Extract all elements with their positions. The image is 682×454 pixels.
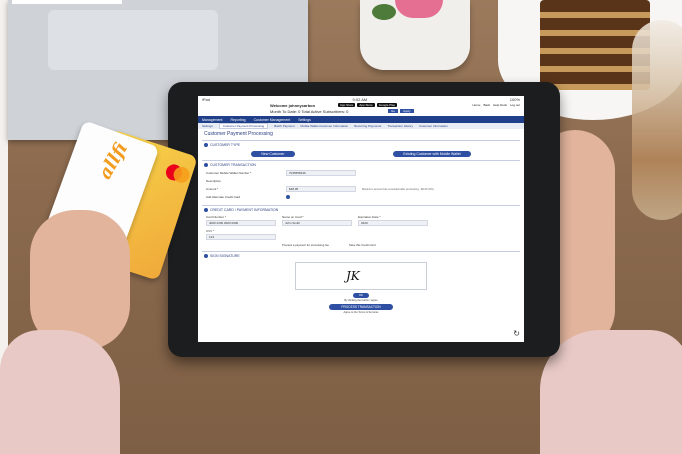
photo-scene: iPad 9:02 AM 100% Welcome johnnycarbon M… xyxy=(0,0,682,454)
process-transaction-button[interactable]: PROCESS TRANSACTION xyxy=(329,304,393,310)
status-left: iPad xyxy=(202,96,211,102)
name-on-card-field[interactable]: John Smith xyxy=(282,220,352,226)
white-strip xyxy=(12,0,122,4)
section-heading: CUSTOMER TYPE xyxy=(202,143,520,147)
existing-customer-button[interactable]: Existing Customer with Mobile Wallet xyxy=(393,151,471,157)
fee-checkbox[interactable]: Process a payment for processing fee xyxy=(282,243,329,247)
ok-button[interactable]: OK xyxy=(353,293,369,298)
subtab[interactable]: Batch Payment xyxy=(274,124,294,128)
subtab[interactable]: Mobile Wallet Customer Information xyxy=(301,124,349,128)
field-label: Card Number * xyxy=(206,215,227,219)
go-button[interactable]: Go xyxy=(388,109,399,113)
section-heading: CREDIT CARD / PAYMENT INFORMATION xyxy=(202,208,520,212)
nav-item[interactable]: Management xyxy=(202,118,222,122)
new-customer-button[interactable]: New Customer xyxy=(251,151,295,157)
form-row: Description xyxy=(206,179,516,183)
subtab[interactable]: Settings xyxy=(202,124,213,128)
field-label: Customer Mobile Wallet Number * xyxy=(206,171,252,175)
apply-button[interactable]: Apply xyxy=(400,109,414,113)
refresh-icon[interactable]: ↻ xyxy=(513,329,520,338)
section-title: CREDIT CARD / PAYMENT INFORMATION xyxy=(210,208,279,212)
section-title: CUSTOMER TYPE xyxy=(210,143,241,147)
latte-glass xyxy=(632,20,682,220)
subtab[interactable]: Customer Information xyxy=(419,124,448,128)
form-row: Amount * $48.95 Maximum amount has excee… xyxy=(206,186,516,192)
welcome-text: Welcome johnnycarbon xyxy=(270,103,316,108)
top-link[interactable]: Help Desk xyxy=(493,103,507,107)
store-badge[interactable]: App Store xyxy=(357,103,375,107)
go-buttons: Go Apply xyxy=(388,109,414,113)
section-icon xyxy=(204,163,208,167)
wallet-number-field[interactable]: 7045558346 xyxy=(286,170,356,176)
subtab[interactable]: Transaction History xyxy=(387,124,413,128)
welcome-header: Welcome johnnycarbon Month To Date: 0 To… xyxy=(198,102,524,116)
field-label: Expiration Date * xyxy=(358,215,381,219)
store-badge[interactable]: App Store xyxy=(338,103,356,107)
cvv-field[interactable]: 123 xyxy=(206,234,276,240)
nav-item[interactable]: Reporting xyxy=(230,118,245,122)
top-links: Home Back Help Desk Log out xyxy=(472,103,520,107)
section-title: SIGN SIGNATURE xyxy=(210,254,240,258)
laptop-touchpad xyxy=(48,10,218,70)
pen-icon xyxy=(204,254,208,258)
store-badge[interactable]: Google Play xyxy=(376,103,398,107)
card-number-col: Card Number * 4000 2300 0000 0000 xyxy=(206,215,276,226)
terms-text: Agree to the Terms & Services xyxy=(343,311,379,314)
nav-item[interactable]: Customer Management xyxy=(254,118,291,122)
expiration-field[interactable]: 0429 xyxy=(358,220,428,226)
field-label: Add Alternate Credit Card xyxy=(206,195,241,199)
top-link[interactable]: Log out xyxy=(510,103,520,107)
page-title: Customer Payment Processing xyxy=(204,131,273,137)
section-icon xyxy=(204,208,208,212)
left-hand xyxy=(30,210,130,350)
field-label: Name on Card * xyxy=(282,215,304,219)
right-sleeve xyxy=(540,330,682,454)
top-link[interactable]: Back xyxy=(483,103,490,107)
section-title: CUSTOMER TRANSACTION xyxy=(210,163,256,167)
field-label: CVV * xyxy=(206,229,215,233)
cvv-row: CVV * 123 xyxy=(206,229,516,240)
name-col: Name on Card * John Smith xyxy=(282,215,352,226)
signature: JK xyxy=(346,269,360,283)
signature-section: SIGN SIGNATURE JK OK By clicking the but… xyxy=(202,251,520,316)
field-label: Description xyxy=(206,179,222,183)
card-brand-logo: allfi xyxy=(94,139,132,183)
field-label: Amount * xyxy=(206,187,219,191)
status-battery: 100% xyxy=(509,96,520,102)
customer-type-section: CUSTOMER TYPE New Customer Existing Cust… xyxy=(202,140,520,159)
cvv-col: CVV * 123 xyxy=(206,229,276,240)
customer-type-buttons: New Customer Existing Customer with Mobi… xyxy=(202,151,520,157)
toggle-icon[interactable] xyxy=(286,195,290,199)
card-number-field[interactable]: 4000 2300 0000 0000 xyxy=(206,220,276,226)
form-row: Add Alternate Credit Card xyxy=(206,195,516,199)
section-icon xyxy=(204,143,208,147)
tablet-screen: iPad 9:02 AM 100% Welcome johnnycarbon M… xyxy=(198,96,524,342)
form-row: Customer Mobile Wallet Number * 70455583… xyxy=(206,170,516,176)
expiry-col: Expiration Date * 0429 xyxy=(358,215,428,226)
left-sleeve xyxy=(0,330,120,454)
card-info-section: CREDIT CARD / PAYMENT INFORMATION Card N… xyxy=(202,205,520,250)
agree-text: By clicking the button I agree xyxy=(344,299,378,302)
top-link[interactable]: Home xyxy=(472,103,480,107)
subtab[interactable]: Recurring Payments xyxy=(354,124,381,128)
status-time: 9:02 AM xyxy=(352,96,368,102)
month-summary: Month To Date: 0 Total Active Subscriber… xyxy=(270,109,349,114)
card-fields: Card Number * 4000 2300 0000 0000 Name on… xyxy=(206,215,516,226)
nav-item[interactable]: Settings xyxy=(298,118,311,122)
section-heading: CUSTOMER TRANSACTION xyxy=(202,163,520,167)
amount-hint: Maximum amount has exceeded after proces… xyxy=(362,187,434,191)
section-heading: SIGN SIGNATURE xyxy=(202,254,520,258)
plant-leaf xyxy=(372,4,396,20)
save-card-checkbox[interactable]: Save this Credit Card xyxy=(349,243,376,247)
signature-pad[interactable]: JK xyxy=(295,262,427,290)
amount-field[interactable]: $48.95 xyxy=(286,186,356,192)
card-options: Process a payment for processing fee Sav… xyxy=(282,243,440,247)
customer-transaction-section: CUSTOMER TRANSACTION Customer Mobile Wal… xyxy=(202,160,520,204)
store-badges: App Store App Store Google Play xyxy=(338,103,398,107)
subtab-active[interactable]: Customer Payment Processing xyxy=(218,123,269,129)
main-nav: Management Reporting Customer Management… xyxy=(198,116,524,123)
